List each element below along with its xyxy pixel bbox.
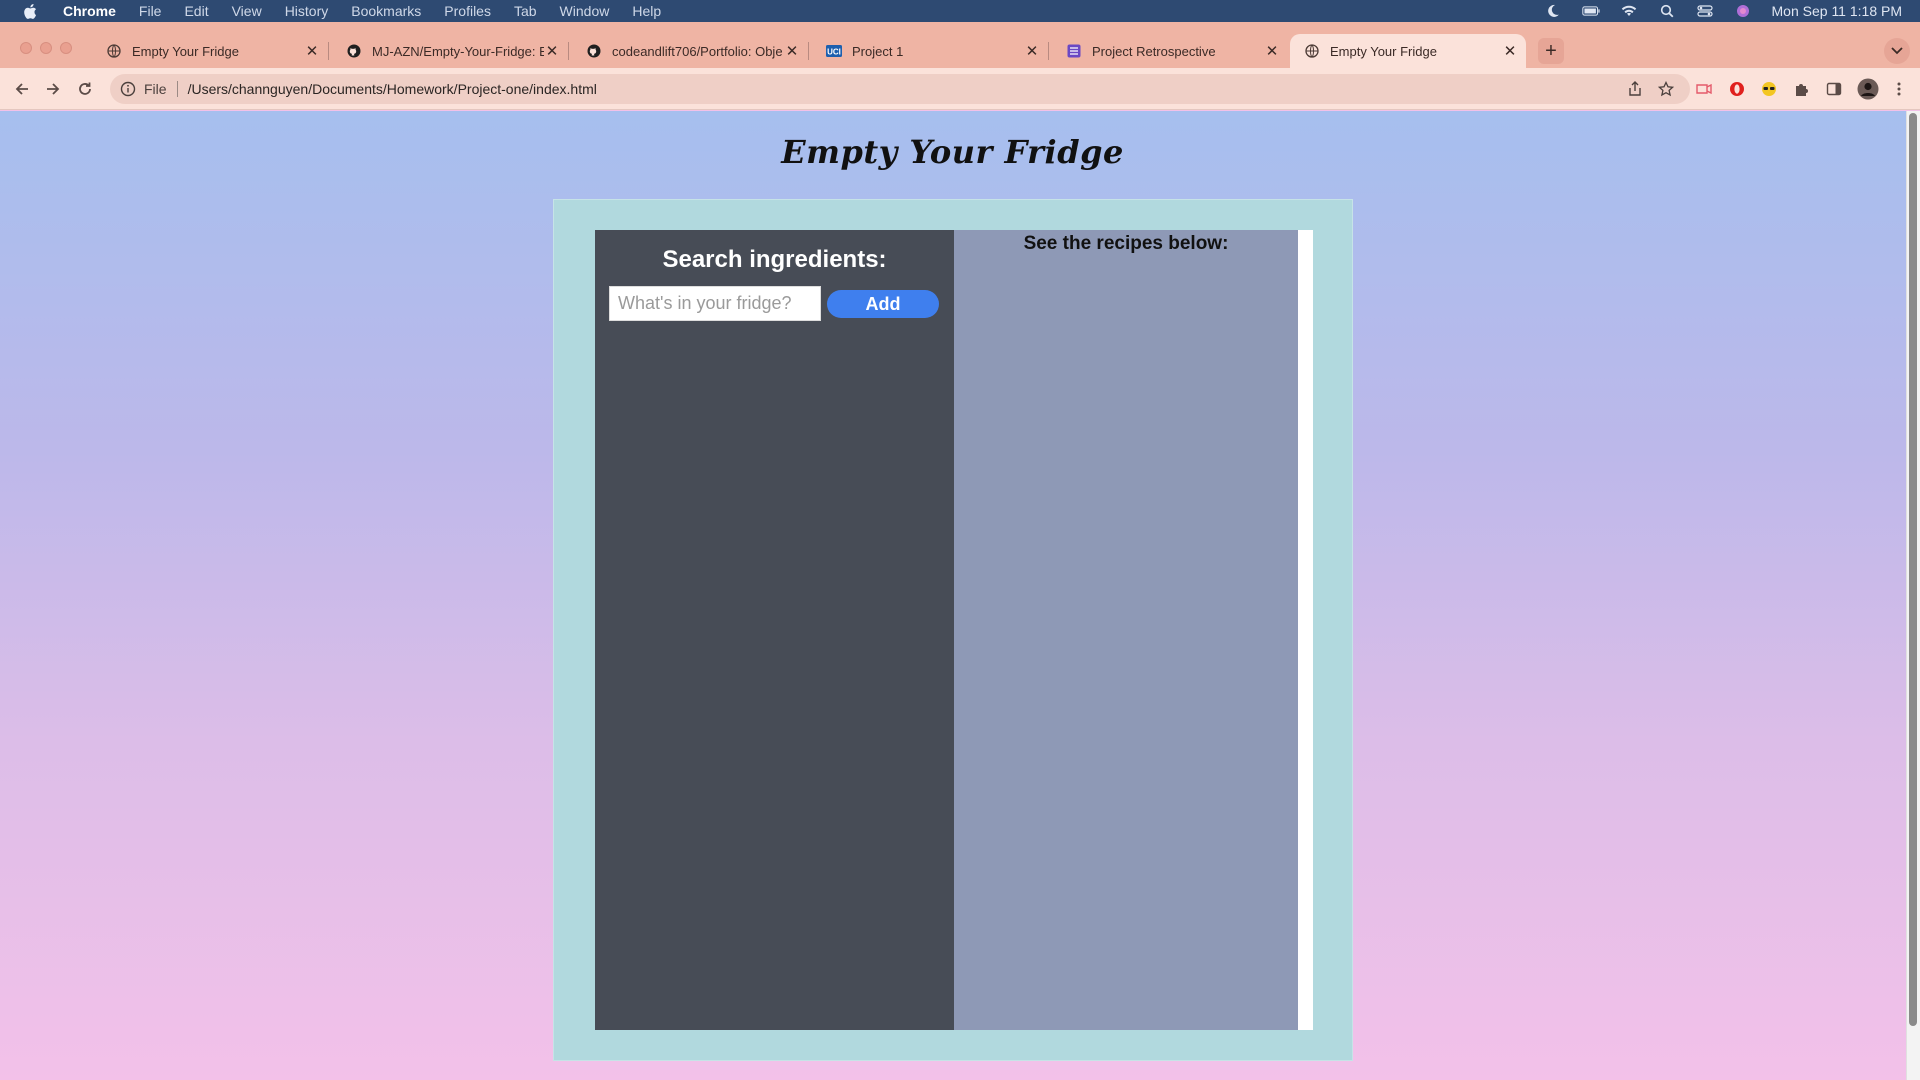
info-icon[interactable] bbox=[120, 81, 136, 97]
tab-title: Project 1 bbox=[852, 43, 904, 59]
url-scheme: File bbox=[144, 81, 167, 97]
close-icon[interactable]: ✕ bbox=[544, 43, 560, 60]
close-icon[interactable]: ✕ bbox=[1024, 43, 1040, 60]
tab-title: Project Retrospective bbox=[1092, 43, 1216, 59]
arrow-left-icon bbox=[15, 83, 28, 95]
menubar-clock[interactable]: Mon Sep 11 1:18 PM bbox=[1772, 3, 1902, 19]
menu-tab[interactable]: Tab bbox=[514, 0, 537, 22]
battery-icon[interactable] bbox=[1581, 4, 1600, 18]
bookmark-star-icon[interactable] bbox=[1658, 81, 1674, 97]
ingredient-search-input[interactable] bbox=[609, 286, 821, 321]
tab-4[interactable]: UCI Project 1 ✕ bbox=[812, 34, 1049, 68]
svg-text:UCI: UCI bbox=[827, 48, 841, 57]
browser-toolbar: File /Users/channguyen/Documents/Homewor… bbox=[0, 68, 1920, 110]
apple-icon[interactable] bbox=[20, 0, 40, 22]
screencast-extension-icon[interactable] bbox=[1695, 80, 1713, 98]
app-container: Search ingredients: Add See the recipes … bbox=[553, 199, 1353, 1061]
recipes-panel: See the recipes below: bbox=[954, 230, 1298, 1030]
opera-extension-icon[interactable] bbox=[1728, 80, 1746, 98]
window-close-button[interactable] bbox=[20, 42, 32, 54]
recipes-heading: See the recipes below: bbox=[1023, 233, 1229, 254]
search-panel: Search ingredients: Add bbox=[595, 230, 954, 1030]
menu-history[interactable]: History bbox=[285, 0, 329, 22]
tab-5[interactable]: Project Retrospective ✕ bbox=[1052, 34, 1288, 68]
scrollbar-thumb[interactable] bbox=[1909, 113, 1917, 1026]
search-heading: Search ingredients: bbox=[662, 246, 887, 273]
tab-title: Empty Your Fridge bbox=[132, 43, 239, 59]
forward-button[interactable] bbox=[41, 77, 65, 101]
tab-separator bbox=[808, 42, 809, 60]
menu-app-name[interactable]: Chrome bbox=[63, 0, 116, 22]
menu-help[interactable]: Help bbox=[632, 0, 661, 22]
page-viewport: Empty Your Fridge Search ingredients: Ad… bbox=[0, 111, 1920, 1080]
globe-icon bbox=[1304, 43, 1320, 59]
menu-bookmarks[interactable]: Bookmarks bbox=[351, 0, 421, 22]
menu-profiles[interactable]: Profiles bbox=[444, 0, 491, 22]
reload-button[interactable] bbox=[73, 77, 97, 101]
tab-3[interactable]: codeandlift706/Portfolio: Obje ✕ bbox=[572, 34, 809, 68]
tab-search-button[interactable] bbox=[1884, 38, 1910, 64]
tab-1[interactable]: Empty Your Fridge ✕ bbox=[92, 34, 329, 68]
tab-separator bbox=[1048, 42, 1049, 60]
close-icon[interactable]: ✕ bbox=[1264, 43, 1280, 60]
plus-icon: + bbox=[1545, 39, 1557, 62]
siri-icon[interactable] bbox=[1734, 4, 1752, 18]
tab-2[interactable]: MJ-AZN/Empty-Your-Fridge: E ✕ bbox=[332, 34, 569, 68]
new-tab-button[interactable]: + bbox=[1538, 38, 1564, 64]
window-zoom-button[interactable] bbox=[60, 42, 72, 54]
close-icon[interactable]: ✕ bbox=[1502, 43, 1518, 60]
page-title: Empty Your Fridge bbox=[781, 133, 1124, 171]
status-area: Mon Sep 11 1:18 PM bbox=[1544, 0, 1902, 22]
tab-separator bbox=[568, 42, 569, 60]
menu-view[interactable]: View bbox=[232, 0, 262, 22]
puzzle-extensions-icon[interactable] bbox=[1792, 80, 1810, 98]
kebab-menu-icon[interactable] bbox=[1890, 80, 1908, 98]
tab-title: codeandlift706/Portfolio: Obje bbox=[612, 43, 783, 59]
chevron-down-icon bbox=[1891, 47, 1903, 55]
arrow-right-icon bbox=[47, 83, 60, 95]
control-center-icon[interactable] bbox=[1696, 4, 1714, 18]
url-text[interactable]: /Users/channguyen/Documents/Homework/Pro… bbox=[188, 81, 597, 97]
close-icon[interactable]: ✕ bbox=[304, 43, 320, 60]
share-icon[interactable] bbox=[1627, 81, 1643, 97]
back-button[interactable] bbox=[10, 77, 34, 101]
uci-icon: UCI bbox=[826, 43, 842, 59]
menu-file[interactable]: File bbox=[139, 0, 162, 22]
close-icon[interactable]: ✕ bbox=[784, 43, 800, 60]
panel-edge bbox=[1298, 230, 1313, 1030]
window-minimize-button[interactable] bbox=[40, 42, 52, 54]
sunglasses-extension-icon[interactable] bbox=[1760, 80, 1778, 98]
macos-menubar: Chrome File Edit View History Bookmarks … bbox=[0, 0, 1920, 22]
globe-icon bbox=[106, 43, 122, 59]
sheet-icon bbox=[1066, 43, 1082, 59]
add-button[interactable]: Add bbox=[827, 290, 939, 318]
moon-icon[interactable] bbox=[1544, 4, 1562, 18]
tab-title: MJ-AZN/Empty-Your-Fridge: E bbox=[372, 43, 544, 59]
github-icon bbox=[346, 43, 362, 59]
tab-strip: Empty Your Fridge ✕ MJ-AZN/Empty-Your-Fr… bbox=[0, 22, 1920, 68]
tab-title: Empty Your Fridge bbox=[1330, 43, 1437, 59]
github-icon bbox=[586, 43, 602, 59]
menu-window[interactable]: Window bbox=[560, 0, 610, 22]
page-scrollbar[interactable] bbox=[1906, 111, 1920, 1080]
tab-6-active[interactable]: Empty Your Fridge ✕ bbox=[1290, 34, 1526, 68]
wifi-icon[interactable] bbox=[1620, 4, 1638, 18]
tab-separator bbox=[328, 42, 329, 60]
address-bar[interactable]: File /Users/channguyen/Documents/Homewor… bbox=[110, 74, 1690, 104]
spotlight-search-icon[interactable] bbox=[1658, 4, 1676, 18]
avatar[interactable] bbox=[1856, 77, 1880, 101]
reload-icon bbox=[79, 82, 91, 95]
menu-edit[interactable]: Edit bbox=[184, 0, 208, 22]
divider bbox=[176, 81, 178, 97]
side-panel-icon[interactable] bbox=[1825, 80, 1843, 98]
